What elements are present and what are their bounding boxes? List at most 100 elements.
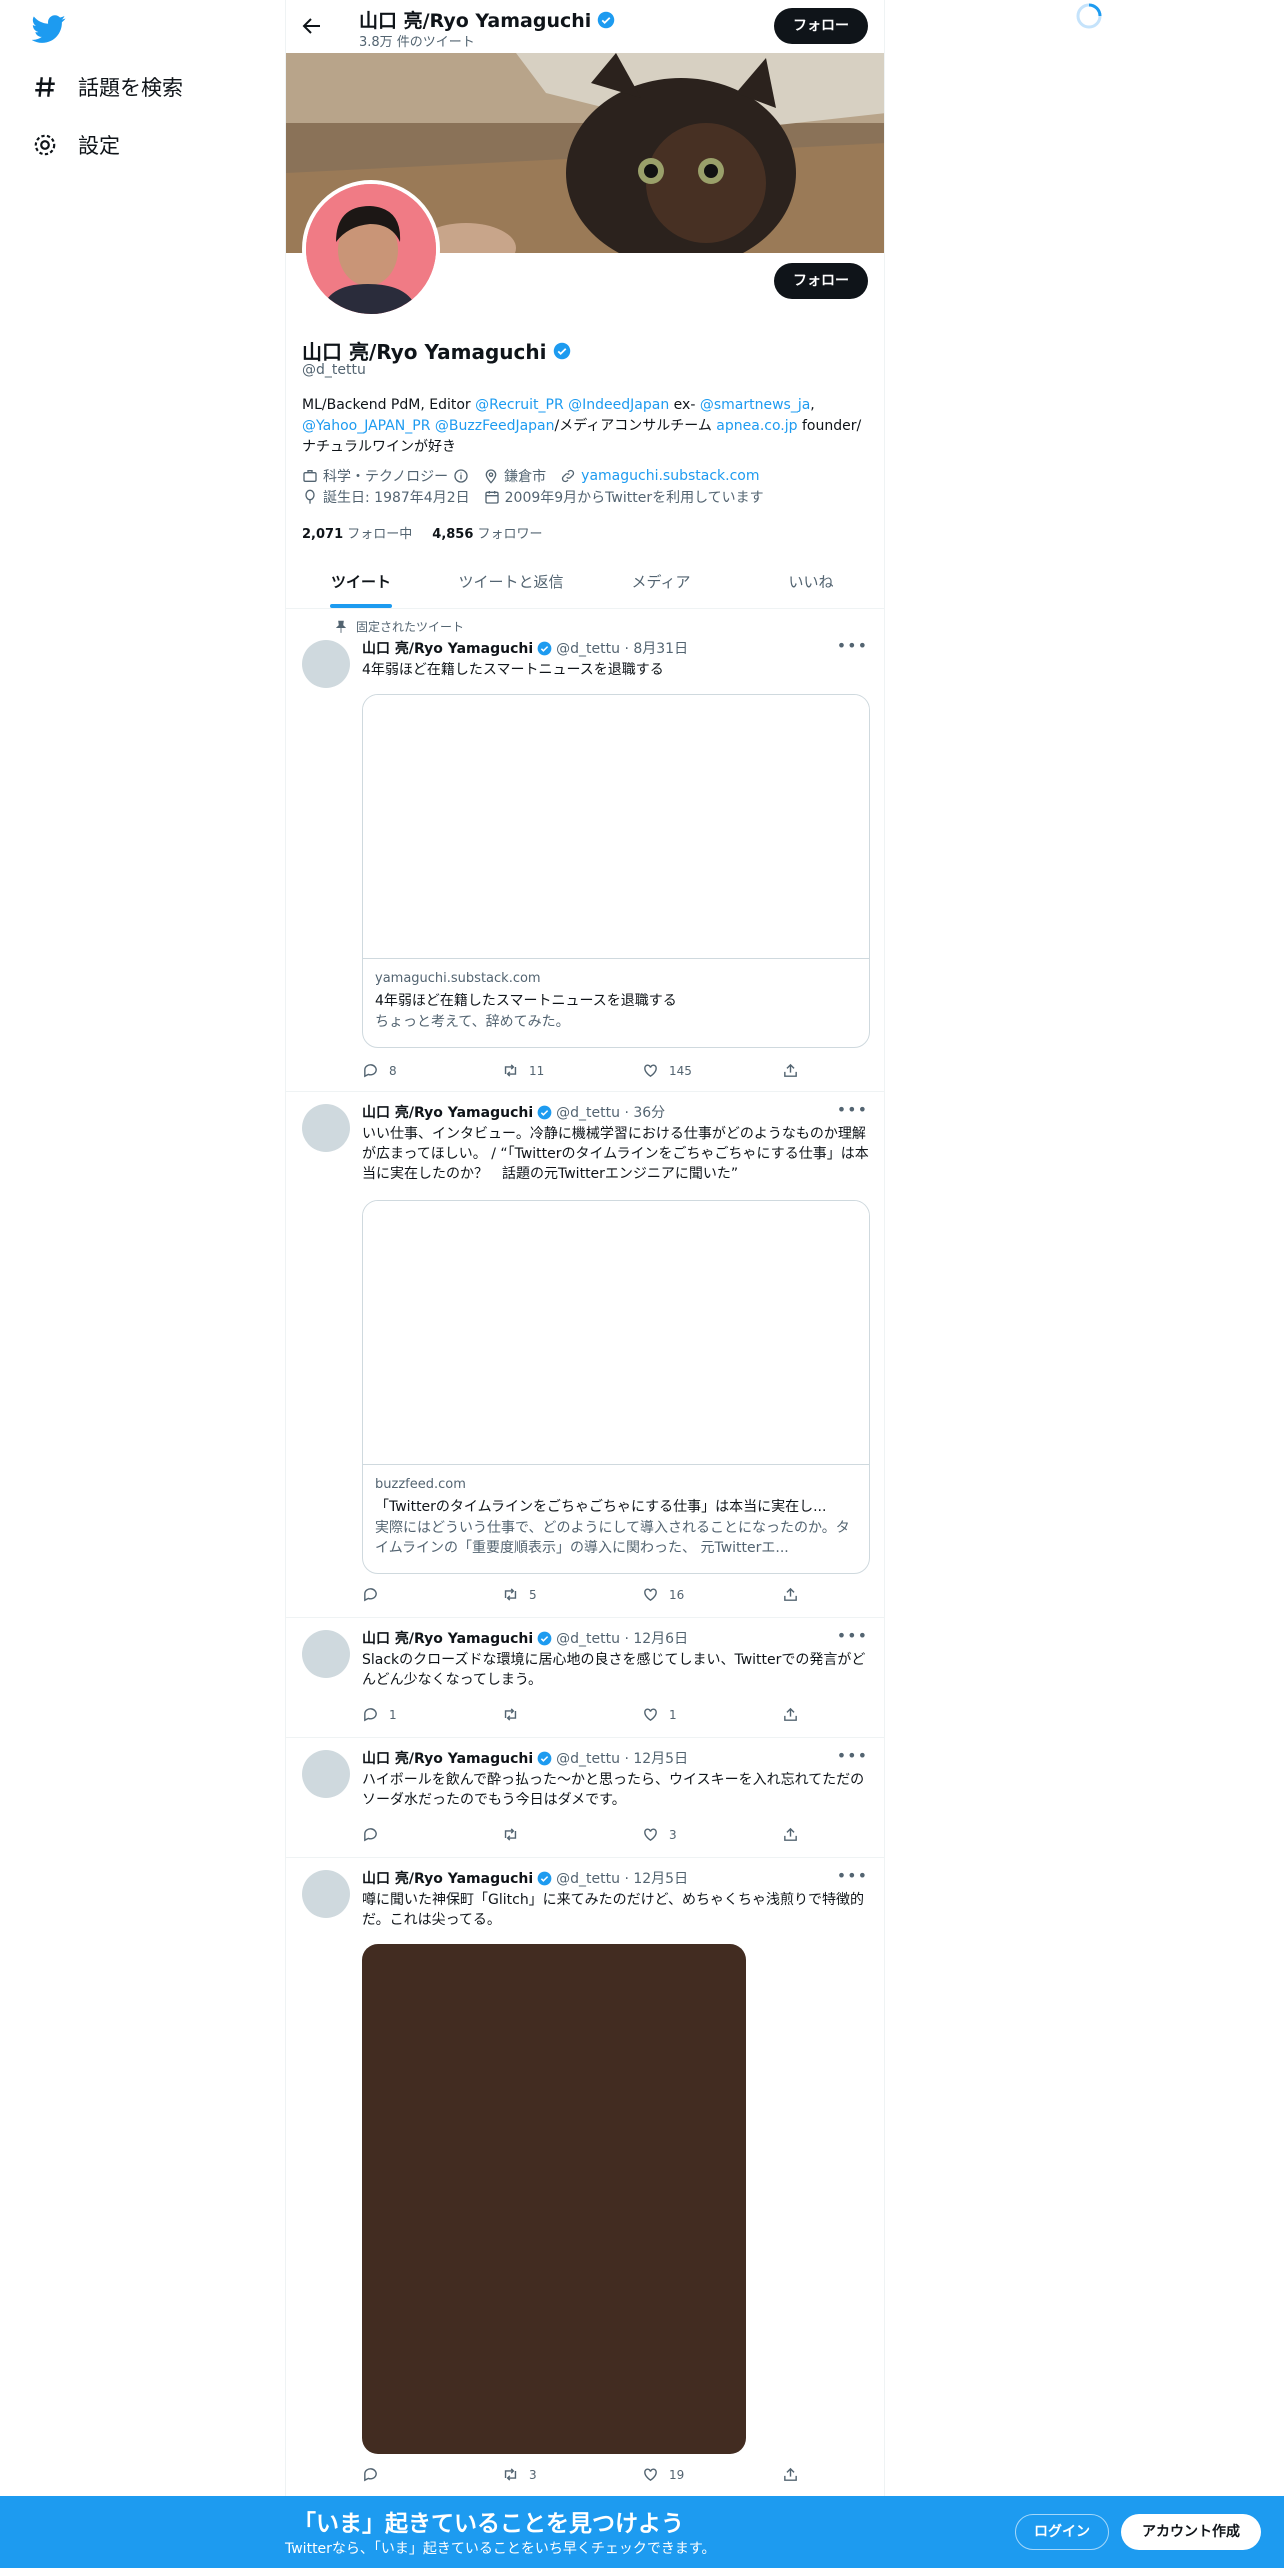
tweet-actions: 3 19 (362, 2466, 802, 2483)
tweet-text: いい仕事、インタビュー。冷静に機械学習における仕事がどのようなものか理解が広まっ… (362, 1126, 869, 1182)
verified-badge-icon (537, 1631, 552, 1645)
loading-spinner-icon (1076, 3, 1102, 29)
tweet-text: 4年弱ほど在籍したスマートニュースを退職する (362, 662, 664, 678)
tweet-avatar[interactable] (302, 640, 350, 688)
tab-tweets-and-replies[interactable]: ツイートと返信 (436, 556, 586, 608)
profile-birthday: 誕生日: 1987年4月2日 (302, 487, 470, 507)
more-options-icon[interactable]: ••• (837, 1100, 868, 1119)
like-button[interactable]: 19 (642, 2466, 752, 2483)
tweet-actions: 5 16 (362, 1586, 802, 1603)
retweet-icon (504, 1588, 517, 1601)
header-tweet-count: 3.8万 件のツイート (359, 35, 475, 50)
gear-icon (34, 134, 56, 156)
card-domain: buzzfeed.com (375, 1477, 466, 1492)
mention-link[interactable]: @Recruit_PR (475, 397, 564, 413)
reply-button[interactable] (362, 2466, 472, 2483)
share-icon (784, 1827, 797, 1841)
reply-icon (364, 2468, 377, 2482)
card-image (363, 1201, 869, 1465)
tweet-item[interactable]: 山口 亮/Ryo Yamaguchi @d_tettu · 36分 ••• いい… (286, 1092, 884, 1618)
left-sidebar: 話題を検索 設定 (0, 0, 285, 2568)
sidebar-item-explore[interactable]: 話題を検索 (32, 72, 183, 102)
followers-count-link[interactable]: 4,856 フォロワー (432, 523, 542, 542)
like-button[interactable]: 3 (642, 1826, 752, 1843)
reply-button[interactable] (362, 1826, 472, 1843)
tweet-photo[interactable] (362, 1944, 746, 2454)
profile-avatar[interactable] (302, 180, 440, 318)
heart-icon (644, 1064, 657, 1078)
more-options-icon[interactable]: ••• (837, 1866, 868, 1885)
website-link[interactable]: yamaguchi.substack.com (581, 468, 759, 484)
tweet-item[interactable]: 固定されたツイート 山口 亮/Ryo Yamaguchi @d_tettu · … (286, 610, 884, 1092)
retweet-icon (504, 2468, 517, 2481)
retweet-button[interactable]: 5 (502, 1586, 612, 1603)
more-options-icon[interactable]: ••• (837, 1626, 868, 1645)
tweet-header: 山口 亮/Ryo Yamaguchi @d_tettu · 12月6日 (362, 1631, 689, 1647)
tab-likes[interactable]: いいね (736, 556, 884, 608)
verified-badge-icon (537, 641, 552, 655)
url-link[interactable]: apnea.co.jp (716, 418, 797, 434)
retweet-button[interactable] (502, 1826, 612, 1843)
link-card[interactable]: yamaguchi.substack.com 4年弱ほど在籍したスマートニュース… (362, 694, 870, 1048)
share-button[interactable] (782, 1062, 802, 1079)
tweet-item[interactable]: 山口 亮/Ryo Yamaguchi @d_tettu · 12月5日 ••• … (286, 1738, 884, 1858)
header-follow-button[interactable]: フォロー (774, 8, 868, 44)
signup-banner-subtitle: Twitterなら、「いま」起きていることをいち早くチェックできます。 (285, 2541, 716, 2557)
twitter-bird-icon[interactable] (32, 12, 66, 46)
profile-name: 山口 亮/Ryo Yamaguchi (302, 336, 571, 365)
retweet-button[interactable]: 11 (502, 1062, 612, 1079)
sidebar-item-settings[interactable]: 設定 (32, 130, 120, 160)
share-button[interactable] (782, 1586, 802, 1603)
mention-link[interactable]: @smartnews_ja (700, 397, 810, 413)
reply-icon (364, 1064, 377, 1078)
tab-tweets[interactable]: ツイート (286, 556, 436, 608)
tweet-text: ハイボールを飲んで酔っ払った〜かと思ったら、ウイスキーを入れ忘れてただのソーダ水… (362, 1772, 865, 1808)
signup-button[interactable]: アカウント作成 (1121, 2514, 1261, 2550)
reply-button[interactable] (362, 1586, 472, 1603)
tab-media[interactable]: メディア (586, 556, 736, 608)
verified-badge-icon (537, 1871, 552, 1885)
mention-link[interactable]: @BuzzFeedJapan (435, 418, 555, 434)
more-options-icon[interactable]: ••• (837, 636, 868, 655)
like-button[interactable]: 16 (642, 1586, 752, 1603)
card-description: 実際にはどういう仕事で、どのようにして導入されることになったのか。タイムラインの… (375, 1520, 850, 1556)
signup-banner-title: 「いま」起きていることを見つけよう (293, 2511, 684, 2537)
signup-banner: 「いま」起きていることを見つけよう Twitterなら、「いま」起きていることを… (0, 2496, 1284, 2568)
link-card[interactable]: buzzfeed.com 「Twitterのタイムラインをごちゃごちゃにする仕事… (362, 1200, 870, 1574)
share-icon (784, 1587, 797, 1601)
reply-button[interactable]: 8 (362, 1062, 472, 1079)
reply-icon (364, 1588, 377, 1602)
card-image (363, 695, 869, 959)
following-count-link[interactable]: 2,071 フォロー中 (302, 523, 412, 542)
share-button[interactable] (782, 2466, 802, 2483)
calendar-icon (484, 491, 499, 504)
card-title: 「Twitterのタイムラインをごちゃごちゃにする仕事」は本当に実在し... (375, 1499, 827, 1515)
back-arrow-icon[interactable] (300, 14, 324, 38)
share-button[interactable] (782, 1706, 802, 1723)
tweet-avatar[interactable] (302, 1630, 350, 1678)
login-button[interactable]: ログイン (1015, 2514, 1109, 2550)
more-options-icon[interactable]: ••• (837, 1746, 868, 1765)
mention-link[interactable]: @Yahoo_JAPAN_PR (302, 418, 430, 434)
mention-link[interactable]: @IndeedJapan (568, 397, 669, 413)
share-button[interactable] (782, 1826, 802, 1843)
share-icon (784, 1707, 797, 1721)
follow-button[interactable]: フォロー (774, 263, 868, 299)
card-domain: yamaguchi.substack.com (375, 971, 541, 986)
info-icon[interactable] (453, 468, 469, 484)
pinned-indicator: 固定されたツイート (334, 618, 464, 635)
retweet-button[interactable] (502, 1706, 612, 1723)
reply-button[interactable]: 1 (362, 1706, 472, 1723)
tweet-item[interactable]: 山口 亮/Ryo Yamaguchi @d_tettu · 12月6日 ••• … (286, 1618, 884, 1738)
tweet-header: 山口 亮/Ryo Yamaguchi @d_tettu · 36分 (362, 1105, 666, 1121)
retweet-button[interactable]: 3 (502, 2466, 612, 2483)
like-button[interactable]: 1 (642, 1706, 752, 1723)
retweet-icon (504, 1064, 517, 1077)
tweet-avatar[interactable] (302, 1104, 350, 1152)
tweet-avatar[interactable] (302, 1870, 350, 1918)
tweet-text: 噂に聞いた神保町「Glitch」に来てみたのだけど、めちゃくちゃ浅煎りで特徴的だ… (362, 1892, 864, 1928)
tweet-item[interactable]: 山口 亮/Ryo Yamaguchi @d_tettu · 12月5日 ••• … (286, 1858, 884, 2498)
profile-location: 鎌倉市 (483, 466, 546, 486)
like-button[interactable]: 145 (642, 1062, 752, 1079)
tweet-avatar[interactable] (302, 1750, 350, 1798)
